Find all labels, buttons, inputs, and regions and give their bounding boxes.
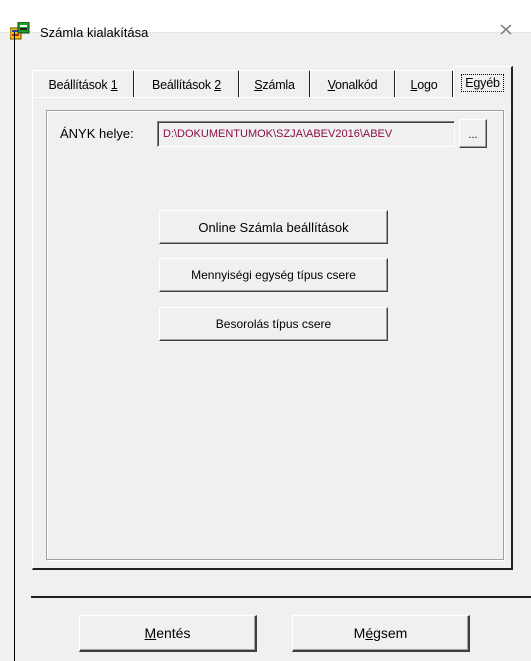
save-label-rest: entés: [156, 625, 191, 641]
close-icon[interactable]: [494, 19, 518, 40]
tab-label-text: ogo: [417, 77, 438, 92]
tab-szamla[interactable]: Számla: [239, 70, 311, 98]
classification-type-replace-button[interactable]: Besorolás típus csere: [159, 307, 388, 341]
tab-label-text: onalkód: [335, 77, 378, 92]
window-title: Számla kialakítása: [40, 25, 149, 40]
cancel-mnemonic: é: [365, 625, 374, 641]
save-label: Mentés: [145, 625, 191, 641]
footer-divider: [31, 596, 531, 598]
cancel-label: Mégsem: [354, 625, 408, 641]
cancel-button[interactable]: Mégsem: [292, 615, 470, 652]
online-szamla-settings-button[interactable]: Online Számla beállítások: [159, 210, 388, 244]
app-icon: [9, 21, 30, 42]
title-bar: Számla kialakítása: [0, 0, 531, 40]
tab-label-text: zámla: [262, 77, 295, 92]
dialog-window: Számla kialakítása Beállítások 1 Beállít…: [0, 0, 531, 661]
tab-label-text: Beállítások: [152, 77, 215, 92]
tab-mnemonic: 1: [110, 77, 118, 92]
window-left-border: [14, 32, 15, 661]
tab-mnemonic: V: [327, 77, 336, 92]
tab-beallitasok-2[interactable]: Beállítások 2: [134, 70, 240, 98]
tab-logo[interactable]: Logo: [395, 70, 454, 98]
save-button[interactable]: Mentés: [79, 615, 257, 652]
save-mnemonic: M: [144, 625, 157, 641]
tab-label-text: Beállítások: [48, 77, 111, 92]
browse-button[interactable]: ...: [459, 119, 487, 148]
anyk-path-label: ÁNYK helye:: [60, 126, 134, 141]
tab-label-text: Egyéb: [461, 74, 504, 92]
unit-type-replace-button[interactable]: Mennyiségi egység típus csere: [159, 258, 388, 292]
tab-mnemonic: 2: [214, 77, 221, 92]
tab-beallitasok-1[interactable]: Beállítások 1: [32, 70, 135, 98]
cancel-label-rest: gsem: [373, 625, 408, 641]
tab-vonalkod[interactable]: Vonalkód: [310, 70, 396, 98]
tab-egyeb[interactable]: Egyéb: [453, 66, 513, 99]
anyk-path-field[interactable]: D:\DOKUMENTUMOK\SZJA\ABEV2016\ABEV: [157, 121, 455, 147]
cancel-label-start: M: [353, 625, 366, 641]
